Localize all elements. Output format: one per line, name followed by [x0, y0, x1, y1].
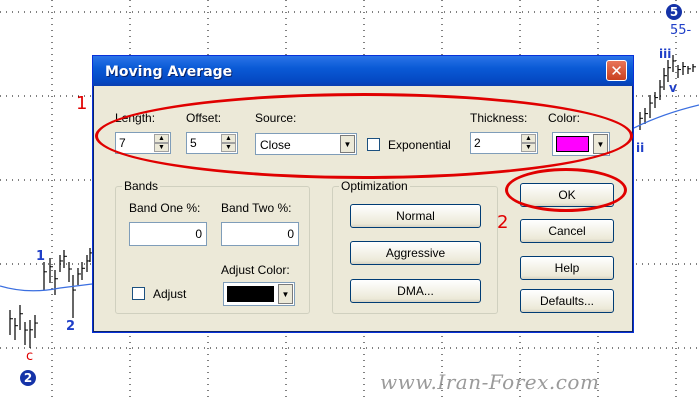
chevron-down-icon[interactable]: ▼ [278, 284, 293, 304]
optimization-title: Optimization [339, 179, 410, 193]
wave-2-circle: 2 [20, 370, 36, 386]
wave-label: iii [659, 47, 672, 61]
moving-average-line [0, 283, 93, 292]
bands-group: Bands Band One %: Band Two %: 0 0 Adjust… [115, 179, 310, 314]
watermark: www.Iran-Forex.com [380, 370, 600, 394]
adjust-color-swatch [227, 286, 274, 302]
wave-5-circle: 5 [666, 4, 682, 20]
wave-label: ii [636, 141, 645, 155]
band-two-input[interactable]: 0 [221, 222, 299, 246]
bands-title: Bands [122, 179, 161, 193]
title-bar[interactable]: Moving Average ✕ [93, 56, 633, 86]
band-one-label: Band One %: [129, 201, 201, 215]
wave-label: v [669, 81, 677, 95]
close-icon: ✕ [610, 62, 623, 80]
defaults-button[interactable]: Defaults... [520, 289, 614, 313]
wave-label: c [26, 349, 34, 364]
adjust-label: Adjust [153, 287, 187, 301]
dialog-title: Moving Average [105, 64, 233, 80]
band-one-input[interactable]: 0 [129, 222, 207, 246]
annotation-ellipse-ok [505, 168, 627, 212]
aggressive-button[interactable]: Aggressive [350, 241, 481, 265]
annotation-number-1: 1 [76, 93, 88, 114]
normal-button[interactable]: Normal [350, 204, 481, 228]
wave-label: 2 [66, 319, 76, 334]
annotation-number-2: 2 [497, 212, 509, 233]
help-button[interactable]: Help [520, 256, 614, 280]
adjust-checkbox[interactable] [132, 287, 145, 300]
band-two-label: Band Two %: [221, 201, 292, 215]
moving-average-line [633, 104, 699, 129]
cancel-button[interactable]: Cancel [520, 219, 614, 243]
dma-button[interactable]: DMA... [350, 279, 481, 303]
wave-label: 1 [36, 249, 46, 264]
close-button[interactable]: ✕ [606, 60, 627, 81]
optimization-group: Optimization Normal Aggressive DMA... [332, 179, 498, 314]
annotation-ellipse-fields [95, 93, 633, 179]
wave-label: 55- [670, 23, 692, 38]
adjust-color-select[interactable]: ▼ [223, 282, 295, 306]
adjust-color-label: Adjust Color: [221, 263, 290, 277]
